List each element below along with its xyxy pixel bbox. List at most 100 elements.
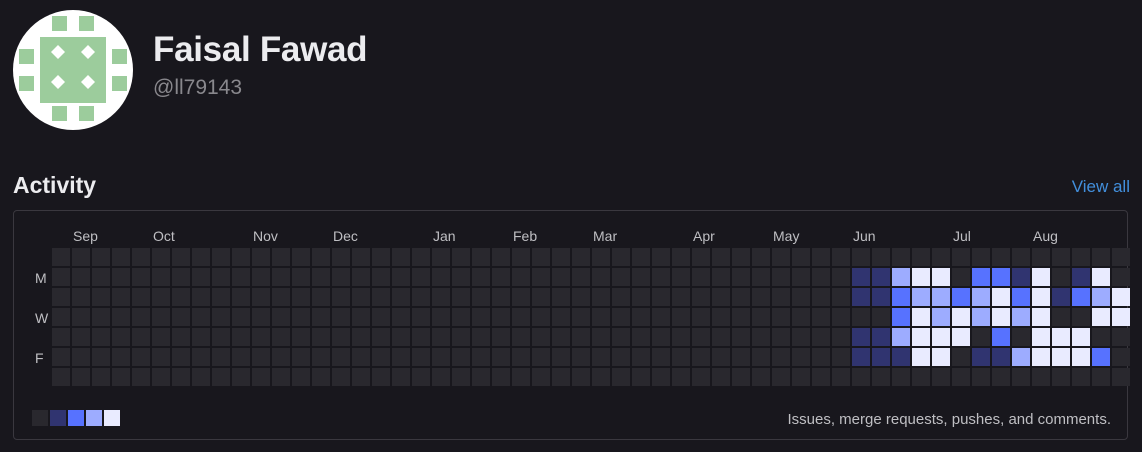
contribution-cell[interactable] xyxy=(872,268,890,286)
contribution-cell[interactable] xyxy=(1112,348,1130,366)
contribution-cell[interactable] xyxy=(832,368,850,386)
contribution-cell[interactable] xyxy=(352,368,370,386)
contribution-cell[interactable] xyxy=(1032,348,1050,366)
contribution-cell[interactable] xyxy=(252,308,270,326)
contribution-cell[interactable] xyxy=(1092,268,1110,286)
contribution-cell[interactable] xyxy=(972,268,990,286)
contribution-cell[interactable] xyxy=(152,308,170,326)
contribution-cell[interactable] xyxy=(392,328,410,346)
contribution-cell[interactable] xyxy=(372,248,390,266)
contribution-cell[interactable] xyxy=(832,308,850,326)
contribution-cell[interactable] xyxy=(852,268,870,286)
contribution-cell[interactable] xyxy=(432,268,450,286)
contribution-cell[interactable] xyxy=(232,328,250,346)
contribution-cell[interactable] xyxy=(432,348,450,366)
contribution-cell[interactable] xyxy=(1112,368,1130,386)
contribution-cell[interactable] xyxy=(752,288,770,306)
contribution-cell[interactable] xyxy=(532,248,550,266)
contribution-cell[interactable] xyxy=(92,348,110,366)
contribution-cell[interactable] xyxy=(712,308,730,326)
contribution-cell[interactable] xyxy=(292,268,310,286)
contribution-cell[interactable] xyxy=(552,248,570,266)
contribution-cell[interactable] xyxy=(352,348,370,366)
contribution-cell[interactable] xyxy=(192,368,210,386)
contribution-cell[interactable] xyxy=(952,268,970,286)
contribution-cell[interactable] xyxy=(992,328,1010,346)
contribution-cell[interactable] xyxy=(212,288,230,306)
contribution-cell[interactable] xyxy=(412,308,430,326)
contribution-cell[interactable] xyxy=(592,368,610,386)
contribution-cell[interactable] xyxy=(72,368,90,386)
contribution-cell[interactable] xyxy=(312,268,330,286)
contribution-cell[interactable] xyxy=(652,348,670,366)
contribution-cell[interactable] xyxy=(752,268,770,286)
contribution-cell[interactable] xyxy=(812,268,830,286)
contribution-cell[interactable] xyxy=(172,268,190,286)
contribution-cell[interactable] xyxy=(1032,288,1050,306)
contribution-cell[interactable] xyxy=(372,328,390,346)
contribution-cell[interactable] xyxy=(432,368,450,386)
contribution-cell[interactable] xyxy=(852,368,870,386)
contribution-cell[interactable] xyxy=(212,268,230,286)
contribution-cell[interactable] xyxy=(552,328,570,346)
contribution-cell[interactable] xyxy=(692,288,710,306)
contribution-cell[interactable] xyxy=(372,368,390,386)
contribution-cell[interactable] xyxy=(712,288,730,306)
contribution-cell[interactable] xyxy=(172,308,190,326)
contribution-cell[interactable] xyxy=(792,268,810,286)
contribution-cell[interactable] xyxy=(812,288,830,306)
contribution-cell[interactable] xyxy=(912,288,930,306)
contribution-cell[interactable] xyxy=(612,368,630,386)
contribution-cell[interactable] xyxy=(1052,308,1070,326)
contribution-cell[interactable] xyxy=(292,328,310,346)
contribution-cell[interactable] xyxy=(852,308,870,326)
contribution-cell[interactable] xyxy=(912,348,930,366)
contribution-cell[interactable] xyxy=(512,268,530,286)
contribution-cell[interactable] xyxy=(892,308,910,326)
contribution-cell[interactable] xyxy=(232,288,250,306)
contribution-cell[interactable] xyxy=(592,328,610,346)
contribution-cell[interactable] xyxy=(652,248,670,266)
contribution-cell[interactable] xyxy=(352,268,370,286)
contribution-cell[interactable] xyxy=(272,328,290,346)
view-all-link[interactable]: View all xyxy=(1072,176,1130,198)
contribution-cell[interactable] xyxy=(472,308,490,326)
contribution-cell[interactable] xyxy=(272,368,290,386)
contribution-cell[interactable] xyxy=(472,268,490,286)
contribution-cell[interactable] xyxy=(392,288,410,306)
contribution-cell[interactable] xyxy=(672,348,690,366)
contribution-cell[interactable] xyxy=(932,348,950,366)
contribution-cell[interactable] xyxy=(252,248,270,266)
contribution-cell[interactable] xyxy=(332,248,350,266)
contribution-cell[interactable] xyxy=(1092,368,1110,386)
contribution-cell[interactable] xyxy=(692,248,710,266)
contribution-cell[interactable] xyxy=(432,288,450,306)
contribution-cell[interactable] xyxy=(672,268,690,286)
contribution-cell[interactable] xyxy=(512,368,530,386)
contribution-cell[interactable] xyxy=(872,308,890,326)
contribution-cell[interactable] xyxy=(892,348,910,366)
contribution-cell[interactable] xyxy=(712,348,730,366)
contribution-cell[interactable] xyxy=(612,348,630,366)
contribution-cell[interactable] xyxy=(652,368,670,386)
contribution-cell[interactable] xyxy=(72,308,90,326)
contribution-cell[interactable] xyxy=(592,308,610,326)
contribution-cell[interactable] xyxy=(492,268,510,286)
contribution-cell[interactable] xyxy=(292,348,310,366)
contribution-cell[interactable] xyxy=(132,268,150,286)
contribution-cell[interactable] xyxy=(1052,368,1070,386)
contribution-cell[interactable] xyxy=(552,268,570,286)
contribution-cell[interactable] xyxy=(372,268,390,286)
contribution-cell[interactable] xyxy=(752,328,770,346)
contribution-cell[interactable] xyxy=(932,268,950,286)
contribution-cell[interactable] xyxy=(612,248,630,266)
contribution-cell[interactable] xyxy=(1012,328,1030,346)
contribution-cell[interactable] xyxy=(392,268,410,286)
contribution-cell[interactable] xyxy=(392,368,410,386)
contribution-cell[interactable] xyxy=(412,248,430,266)
contribution-cell[interactable] xyxy=(792,308,810,326)
contribution-cell[interactable] xyxy=(152,268,170,286)
contribution-cell[interactable] xyxy=(492,288,510,306)
contribution-cell[interactable] xyxy=(452,288,470,306)
contribution-cell[interactable] xyxy=(772,248,790,266)
